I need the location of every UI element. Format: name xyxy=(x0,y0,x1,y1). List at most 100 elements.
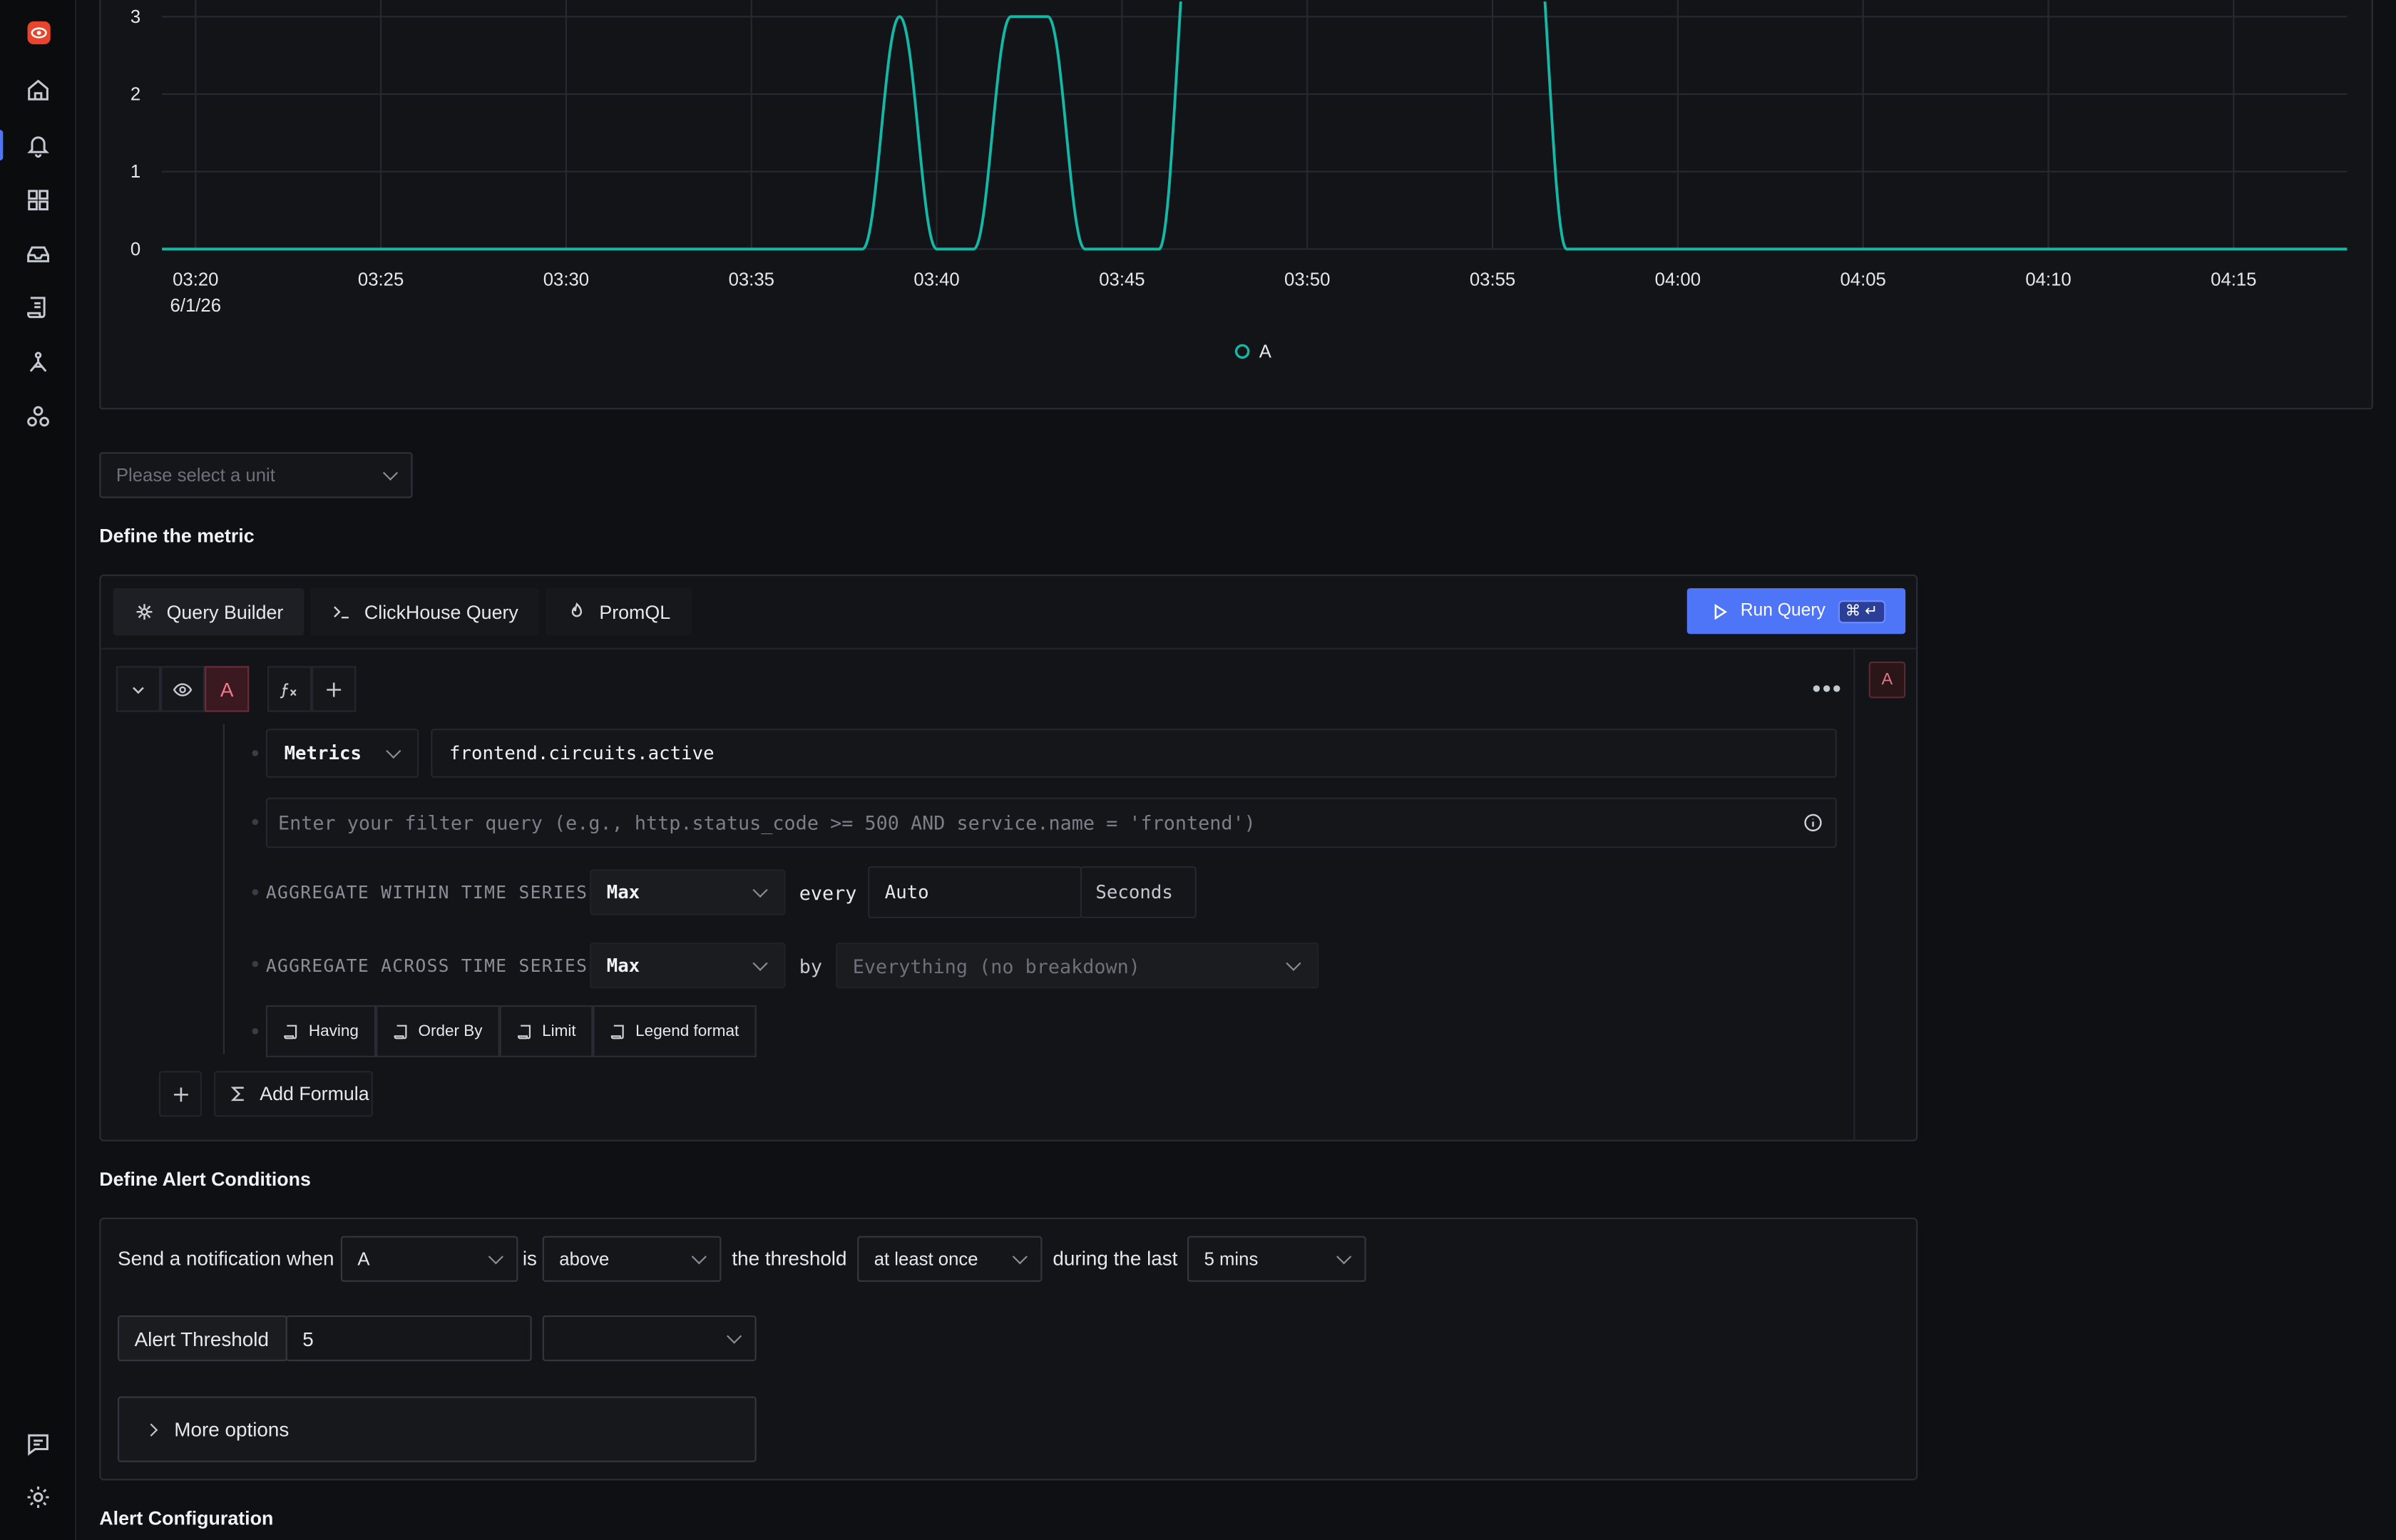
filter-query-input[interactable]: Enter your filter query (e.g., http.stat… xyxy=(265,797,1837,848)
run-query-label: Run Query xyxy=(1740,602,1826,620)
query-rail-divider xyxy=(1853,649,1855,1140)
query-type-tabs: Query Builder ClickHouse Query PromQL xyxy=(113,588,692,636)
agg-within-value: Max xyxy=(606,881,640,903)
match-type-value: at least once xyxy=(874,1248,978,1270)
limit-button[interactable]: Limit xyxy=(499,1005,593,1057)
metric-name-value: frontend.circuits.active xyxy=(449,742,715,764)
tab-clickhouse-query[interactable]: ClickHouse Query xyxy=(310,588,540,636)
agg-across-label: AGGREGATE ACROSS TIME SERIES xyxy=(265,955,588,977)
series-a-line xyxy=(162,1,2348,251)
chevron-down-icon xyxy=(727,1328,742,1344)
legend-format-button[interactable]: Legend format xyxy=(593,1005,756,1057)
every-unit-addon: Seconds xyxy=(1080,866,1197,918)
alert-operator-value: above xyxy=(559,1248,610,1270)
group-by-select[interactable]: Everything (no breakdown) xyxy=(836,943,1319,989)
chart-panel: 3 2 1 0 03:20 03:25 03:30 03:35 03:40 03:45 03:50 0… xyxy=(99,0,2373,410)
during-last-label: during the last xyxy=(1053,1246,1178,1270)
more-actions-icon[interactable]: ••• xyxy=(1812,677,1842,704)
query-tree-line xyxy=(222,724,225,1054)
unit-select-placeholder: Please select a unit xyxy=(116,464,275,486)
run-query-button[interactable]: Run Query ⌘ ↵ xyxy=(1686,588,1906,635)
scroll-icon xyxy=(284,1024,297,1039)
match-type-select[interactable]: at least once xyxy=(857,1236,1043,1282)
x-tick-label: 04:05 xyxy=(1840,270,1886,290)
traces-icon[interactable] xyxy=(24,349,52,376)
chevron-down-icon xyxy=(1012,1249,1028,1265)
by-label: by xyxy=(799,955,822,978)
alert-operator-select[interactable]: above xyxy=(542,1236,722,1282)
add-query-button[interactable] xyxy=(312,666,357,712)
query-letter-badge[interactable]: A xyxy=(205,666,250,712)
agg-within-label: AGGREGATE WITHIN TIME SERIES xyxy=(265,881,588,903)
threshold-unit-select[interactable] xyxy=(542,1315,757,1362)
the-threshold-label: the threshold xyxy=(732,1246,847,1270)
having-button[interactable]: Having xyxy=(265,1005,376,1057)
function-button[interactable] xyxy=(267,666,312,712)
y-tick-label: 2 xyxy=(130,85,140,105)
y-tick-label: 3 xyxy=(130,7,140,27)
dashboards-grid-icon[interactable] xyxy=(24,186,52,214)
chevron-down-icon xyxy=(752,882,768,898)
alert-threshold-input[interactable]: 5 xyxy=(285,1315,532,1362)
x-tick-label: 03:25 xyxy=(358,270,404,290)
evaluation-window-select[interactable]: 5 mins xyxy=(1187,1236,1366,1282)
info-icon[interactable] xyxy=(1803,813,1823,833)
tree-dot xyxy=(252,960,259,967)
function-icon xyxy=(280,682,297,698)
unit-select[interactable]: Please select a unit xyxy=(99,452,413,498)
plus-icon xyxy=(173,1087,188,1102)
x-tick-label: 03:45 xyxy=(1099,270,1145,290)
logs-scroll-icon[interactable] xyxy=(24,293,52,321)
every-label: every xyxy=(799,881,857,905)
collapse-button[interactable] xyxy=(116,666,160,712)
scroll-icon xyxy=(610,1024,624,1039)
chevron-down-icon xyxy=(488,1249,503,1265)
tree-dot xyxy=(252,1028,259,1035)
sidebar-active-indicator xyxy=(0,130,4,160)
every-interval-value: Auto xyxy=(884,881,929,903)
data-source-select[interactable]: Metrics xyxy=(265,729,419,778)
home-icon[interactable] xyxy=(24,76,52,104)
tab-query-builder[interactable]: Query Builder xyxy=(113,588,305,636)
is-label: is xyxy=(522,1246,537,1270)
chevron-down-icon xyxy=(133,686,144,694)
x-tick-label: 03:20 xyxy=(173,270,218,290)
alerts-bell-icon[interactable] xyxy=(24,131,52,159)
metric-name-input[interactable]: frontend.circuits.active xyxy=(431,729,1837,778)
feedback-chat-icon[interactable] xyxy=(24,1430,52,1458)
data-source-value: Metrics xyxy=(284,742,362,764)
terminal-icon xyxy=(334,606,349,619)
integrations-icon[interactable] xyxy=(24,404,52,431)
order-by-button[interactable]: Order By xyxy=(375,1005,500,1057)
agg-across-select[interactable]: Max xyxy=(590,943,786,989)
alert-query-select[interactable]: A xyxy=(340,1236,518,1282)
agg-within-select[interactable]: Max xyxy=(590,869,786,915)
settings-gear-icon[interactable] xyxy=(24,1484,52,1511)
alert-configuration-title: Alert Configuration xyxy=(99,1508,274,1529)
query-rail-badge-a[interactable]: A xyxy=(1868,661,1906,699)
x-tick-label: 03:50 xyxy=(1284,270,1330,290)
toggle-visibility-button[interactable] xyxy=(160,666,205,712)
logo-icon[interactable] xyxy=(27,21,51,45)
app-root: 3 2 1 0 03:20 03:25 03:30 03:35 03:40 03:45 03:50 0… xyxy=(0,0,2396,1540)
agg-across-value: Max xyxy=(606,955,640,977)
more-options-collapse[interactable]: More options xyxy=(118,1396,757,1462)
every-interval-input[interactable]: Auto xyxy=(868,866,1082,918)
play-icon xyxy=(1714,602,1728,620)
chevron-down-icon xyxy=(691,1249,707,1265)
query-header-divider xyxy=(101,647,1917,650)
line-chart: 3 2 1 0 03:20 03:25 03:30 03:35 03:40 03:45 03:50 0… xyxy=(130,0,2348,361)
x-tick-label: 04:15 xyxy=(2211,270,2256,290)
evaluation-window-value: 5 mins xyxy=(1204,1248,1259,1270)
add-query-row-button[interactable] xyxy=(158,1071,202,1117)
scroll-icon xyxy=(393,1024,406,1039)
y-tick-label: 1 xyxy=(130,162,140,182)
scroll-icon xyxy=(517,1024,531,1039)
chevron-right-icon xyxy=(145,1423,158,1437)
inbox-icon[interactable] xyxy=(24,240,52,267)
legend-label-a: A xyxy=(1259,342,1272,361)
add-formula-button[interactable]: Add Formula xyxy=(214,1071,373,1117)
filter-query-placeholder: Enter your filter query (e.g., http.stat… xyxy=(278,811,1256,834)
tab-promql[interactable]: PromQL xyxy=(546,588,692,636)
chevron-down-icon xyxy=(1336,1249,1352,1265)
